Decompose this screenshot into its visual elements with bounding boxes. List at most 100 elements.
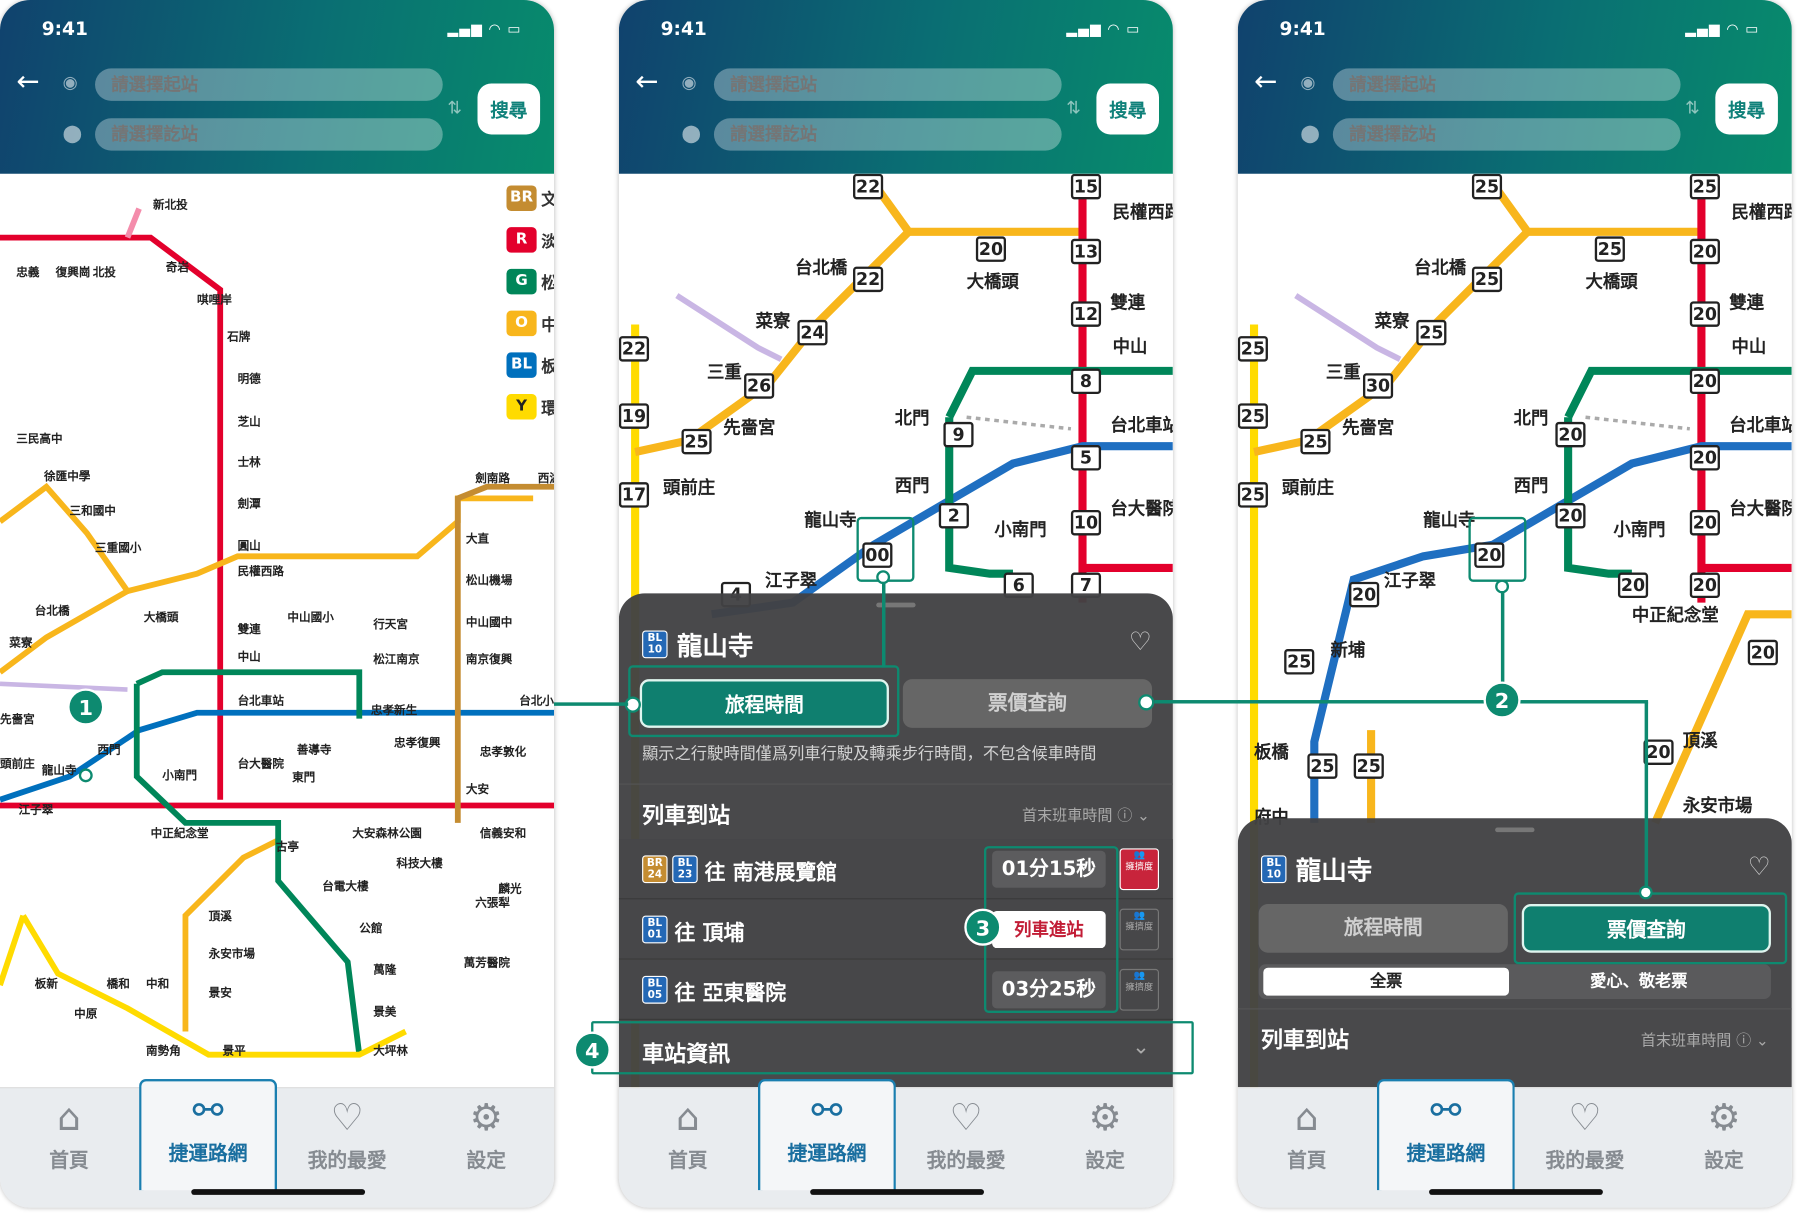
station-label[interactable]: 菜寮 [756, 308, 791, 332]
station-label[interactable]: 頂溪 [209, 906, 232, 924]
swap-icon[interactable]: ⇅ [1066, 97, 1081, 118]
station-label[interactable]: 景美 [373, 1001, 396, 1019]
station-label[interactable]: 先嗇宮 [723, 415, 775, 439]
station-code-badge[interactable]: 20 [1689, 509, 1720, 536]
station-label[interactable]: 圓山 [238, 535, 261, 553]
station-label[interactable]: 大直 [466, 529, 489, 546]
origin-input[interactable] [95, 68, 443, 101]
legend-g[interactable]: G [506, 268, 537, 295]
station-label[interactable]: 台大醫院 [238, 753, 284, 771]
station-label[interactable]: 頭前庄 [663, 475, 715, 499]
station-label[interactable]: 大安森林公園 [352, 823, 422, 841]
station-code-badge[interactable]: 20 [1689, 301, 1720, 327]
station-label[interactable]: 民權西路 [1113, 199, 1173, 223]
favorite-heart-icon[interactable]: ♡ [1748, 853, 1771, 882]
first-last-train[interactable]: 首末班車時間 ⓘ ⌄ [1022, 803, 1150, 825]
station-label[interactable]: 菜寮 [1375, 308, 1410, 332]
station-code-badge[interactable]: 20 [1555, 421, 1586, 448]
station-label[interactable]: 江子翠 [1384, 568, 1436, 592]
station-code-badge[interactable]: 2 [938, 503, 969, 529]
station-code-badge[interactable]: 25 [1471, 266, 1503, 293]
station-label[interactable]: 西湖 [538, 468, 554, 486]
tab-settings[interactable]: ⚙ 設定 [1655, 1088, 1792, 1190]
crowd-indicator[interactable]: 👥 擁擠度 [1119, 908, 1159, 951]
station-label[interactable]: 大安 [466, 779, 489, 796]
tab-home[interactable]: ⌂ 首頁 [0, 1088, 138, 1190]
station-label[interactable]: 中山 [1732, 334, 1767, 358]
station-label[interactable]: 龍山寺 [804, 508, 856, 532]
station-code-badge[interactable]: 20 [1349, 581, 1380, 608]
fare-senior-option[interactable]: 愛心、敬老票 [1516, 968, 1762, 996]
station-label[interactable]: 新北投 [153, 195, 188, 212]
station-code-badge[interactable]: 19 [618, 403, 650, 429]
tab-network[interactable]: ⚯ 捷運路網 [757, 1079, 896, 1191]
station-label[interactable]: 三重 [1326, 359, 1361, 383]
station-label[interactable]: 江子翠 [19, 800, 54, 817]
station-code-badge[interactable]: 25 [1237, 403, 1268, 429]
station-label[interactable]: 三民高中 [16, 429, 62, 446]
legend-o[interactable]: O [506, 310, 537, 337]
tab-home[interactable]: ⌂ 首頁 [619, 1088, 757, 1190]
station-label[interactable]: 台北車站 [1110, 413, 1173, 437]
station-code-badge[interactable]: 22 [853, 173, 884, 200]
station-label[interactable]: 善導寺 [297, 739, 332, 757]
station-code-badge[interactable]: 25 [681, 428, 712, 455]
tab-network[interactable]: ⚯ 捷運路網 [139, 1079, 278, 1191]
station-label[interactable]: 唭哩岸 [197, 290, 232, 307]
station-label[interactable]: 萬隆 [373, 960, 396, 977]
sheet-grabber[interactable] [1495, 827, 1535, 833]
station-code-badge[interactable]: 25 [1353, 753, 1384, 779]
station-label[interactable]: 中和 [146, 974, 169, 991]
tab-favorites[interactable]: ♡ 我的最愛 [278, 1088, 416, 1190]
station-code-badge[interactable]: 25 [1689, 173, 1720, 200]
station-label[interactable]: 奇岩 [166, 257, 189, 275]
station-code-badge[interactable]: 20 [1689, 445, 1720, 471]
station-label[interactable]: 東門 [292, 767, 315, 785]
station-label[interactable]: 景安 [209, 983, 232, 1000]
station-label[interactable]: 忠孝新生 [371, 700, 417, 718]
station-code-badge[interactable]: 10 [1070, 509, 1102, 536]
first-last-train[interactable]: 首末班車時間 ⓘ ⌄ [1641, 1028, 1769, 1050]
station-code-badge[interactable]: 22 [618, 336, 650, 362]
station-label[interactable]: 永安市場 [209, 943, 255, 961]
station-label[interactable]: 大橋頭 [967, 269, 1019, 293]
station-label[interactable]: 橋和 [107, 974, 130, 991]
station-label[interactable]: 劍南路 [475, 468, 510, 486]
station-code-badge[interactable]: 25 [1471, 173, 1503, 200]
station-label[interactable]: 南勢角 [146, 1041, 181, 1058]
station-label[interactable]: 台大醫院 [1729, 496, 1792, 520]
tab-travel-time[interactable]: 旅程時間 [1258, 904, 1508, 953]
station-label[interactable]: 行天宮 [373, 614, 408, 632]
tab-settings[interactable]: ⚙ 設定 [1036, 1088, 1173, 1190]
station-label[interactable]: 永安市場 [1683, 793, 1753, 817]
swap-icon[interactable]: ⇅ [1685, 97, 1700, 118]
station-label[interactable]: 信義安和 [480, 823, 526, 841]
station-label[interactable]: 中原 [74, 1004, 97, 1021]
station-label[interactable]: 台大醫院 [1110, 496, 1173, 520]
station-label[interactable]: 民權西路 [1732, 199, 1792, 223]
station-label[interactable]: 大橋頭 [144, 607, 179, 625]
station-code-badge[interactable]: 26 [744, 373, 775, 399]
station-label[interactable]: 民權西路 [238, 561, 284, 579]
station-label[interactable]: 景平 [223, 1041, 246, 1058]
station-label[interactable]: 台北車站 [1729, 413, 1792, 437]
station-label[interactable]: 三重 [707, 359, 742, 383]
search-button[interactable]: 搜尋 [1715, 83, 1778, 135]
station-label[interactable]: 台北車站 [238, 691, 284, 708]
station-label[interactable]: 台北橋 [1414, 255, 1466, 279]
swap-icon[interactable]: ⇅ [447, 97, 462, 118]
station-label[interactable]: 北投 [93, 262, 116, 280]
tab-fare-query[interactable]: 票價查詢 [902, 679, 1153, 728]
station-label[interactable]: 大橋頭 [1586, 269, 1638, 293]
crowd-indicator[interactable]: 👥 擁擠度 [1119, 968, 1159, 1011]
station-label[interactable]: 台北橋 [35, 600, 70, 618]
station-label[interactable]: 忠孝敦化 [480, 742, 526, 759]
station-label[interactable]: 大坪林 [373, 1041, 408, 1058]
station-code-badge[interactable]: 20 [1617, 572, 1649, 599]
station-code-badge[interactable]: 25 [1284, 649, 1315, 675]
crowd-indicator[interactable]: 👥 擁擠度 [1119, 848, 1159, 891]
station-label[interactable]: 公館 [359, 918, 382, 936]
station-code-badge[interactable]: 22 [853, 266, 884, 293]
station-label[interactable]: 台北小巨 [519, 691, 554, 708]
favorite-heart-icon[interactable]: ♡ [1129, 628, 1152, 657]
